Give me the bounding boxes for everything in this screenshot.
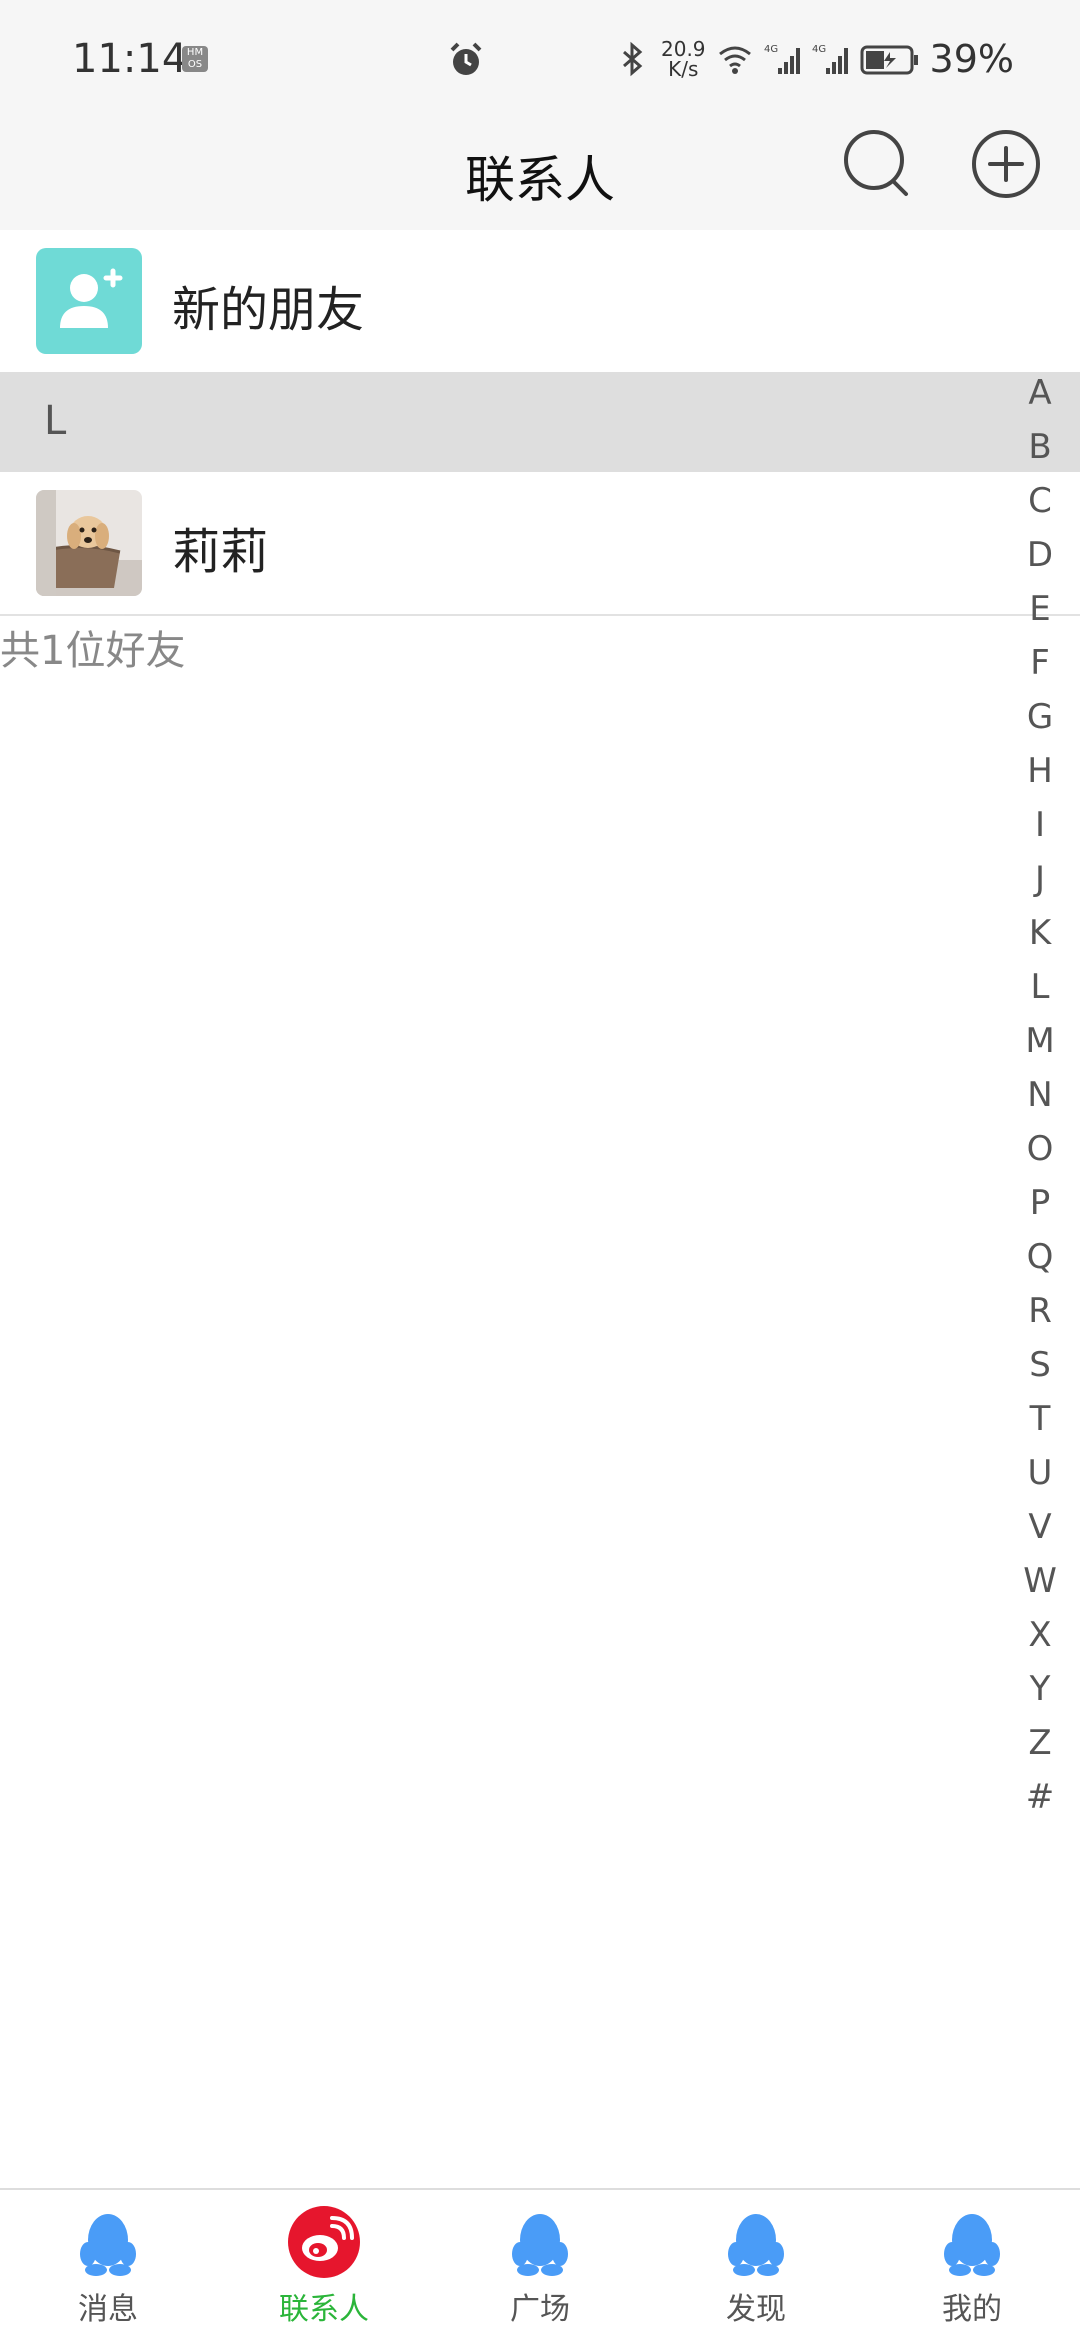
alphabet-letter[interactable]: G — [1018, 696, 1062, 750]
avatar — [36, 490, 142, 596]
network-speed: 20.9 K/s — [661, 39, 706, 79]
tab-label: 我的 — [942, 2292, 1002, 2327]
tab-label: 广场 — [510, 2292, 570, 2327]
alphabet-letter[interactable]: F — [1018, 642, 1062, 696]
svg-text:4G: 4G — [764, 44, 778, 55]
speed-unit: K/s — [668, 57, 699, 81]
alphabet-letter[interactable]: # — [1018, 1776, 1062, 1830]
contact-row[interactable]: 莉莉 — [0, 472, 1080, 616]
alphabet-letter[interactable]: S — [1018, 1344, 1062, 1398]
alphabet-letter[interactable]: X — [1018, 1614, 1062, 1668]
section-header: L — [0, 372, 1080, 472]
speed-value: 20.9 — [661, 37, 706, 61]
alarm-icon — [450, 42, 482, 75]
status-bar: 11:14 HM OS 20.9 K/s 4G 4G 39% — [0, 0, 1080, 118]
battery-icon — [860, 45, 918, 75]
qq-penguin-icon — [80, 2214, 136, 2276]
alphabet-letter[interactable]: B — [1018, 426, 1062, 480]
page-title: 联系人 — [465, 151, 615, 209]
alphabet-letter[interactable]: K — [1018, 912, 1062, 966]
svg-text:4G: 4G — [812, 44, 826, 55]
alphabet-letter[interactable]: Z — [1018, 1722, 1062, 1776]
alphabet-letter[interactable]: O — [1018, 1128, 1062, 1182]
alphabet-letter[interactable]: E — [1018, 588, 1062, 642]
alphabet-letter[interactable]: N — [1018, 1074, 1062, 1128]
total-friends-count: 共1位好友 — [0, 628, 186, 674]
new-friends-label: 新的朋友 — [172, 282, 365, 338]
add-user-icon — [36, 248, 142, 354]
weibo-icon — [288, 2206, 360, 2278]
tab-contacts[interactable]: 联系人 — [216, 2204, 432, 2334]
alphabet-letter[interactable]: J — [1018, 858, 1062, 912]
hmos-badge: HM OS — [182, 46, 208, 72]
signal-icon-2: 4G — [812, 44, 848, 74]
qq-penguin-icon — [944, 2214, 1000, 2276]
alphabet-letter[interactable]: P — [1018, 1182, 1062, 1236]
app-header: 联系人 — [0, 118, 1080, 230]
contact-name: 莉莉 — [172, 524, 269, 580]
alphabet-letter[interactable]: H — [1018, 750, 1062, 804]
alphabet-letter[interactable]: R — [1018, 1290, 1062, 1344]
alphabet-letter[interactable]: T — [1018, 1398, 1062, 1452]
alphabet-letter[interactable]: C — [1018, 480, 1062, 534]
dog-photo — [36, 490, 142, 596]
alphabet-letter[interactable]: Y — [1018, 1668, 1062, 1722]
qq-penguin-icon — [512, 2214, 568, 2276]
alphabet-letter[interactable]: M — [1018, 1020, 1062, 1074]
tab-label: 发现 — [726, 2292, 786, 2327]
alphabet-letter[interactable]: D — [1018, 534, 1062, 588]
signal-icon: 4G — [764, 44, 800, 74]
tab-discover[interactable]: 发现 — [648, 2204, 864, 2334]
alphabet-letter[interactable]: V — [1018, 1506, 1062, 1560]
status-time: 11:14 — [72, 36, 188, 82]
qq-penguin-icon — [728, 2214, 784, 2276]
tab-messages[interactable]: 消息 — [0, 2204, 216, 2334]
alphabet-letter[interactable]: W — [1018, 1560, 1062, 1614]
alphabet-letter[interactable]: I — [1018, 804, 1062, 858]
status-right: 20.9 K/s 4G 4G 39% — [613, 34, 1014, 84]
tab-label: 消息 — [78, 2292, 138, 2327]
alphabet-index[interactable]: A B C D E F G H I J K L M N O P Q R S T U V W X Y Z # — [1018, 372, 1062, 1830]
tab-label: 联系人 — [279, 2292, 369, 2327]
search-button[interactable] — [842, 128, 912, 198]
section-letter: L — [44, 398, 67, 444]
battery-percent: 39% — [929, 37, 1014, 81]
wifi-icon — [718, 46, 751, 74]
bottom-tab-bar: 消息 联系人 广场 发现 我的 — [0, 2188, 1080, 2340]
bluetooth-icon — [623, 41, 643, 77]
alphabet-letter[interactable]: L — [1018, 966, 1062, 1020]
tab-me[interactable]: 我的 — [864, 2204, 1080, 2334]
new-friends-row[interactable]: 新的朋友 — [0, 230, 1080, 372]
add-button[interactable] — [970, 128, 1042, 200]
alphabet-letter[interactable]: A — [1018, 372, 1062, 426]
alphabet-letter[interactable]: Q — [1018, 1236, 1062, 1290]
add-user-glyph — [60, 268, 123, 328]
alphabet-letter[interactable]: U — [1018, 1452, 1062, 1506]
tab-square[interactable]: 广场 — [432, 2204, 648, 2334]
